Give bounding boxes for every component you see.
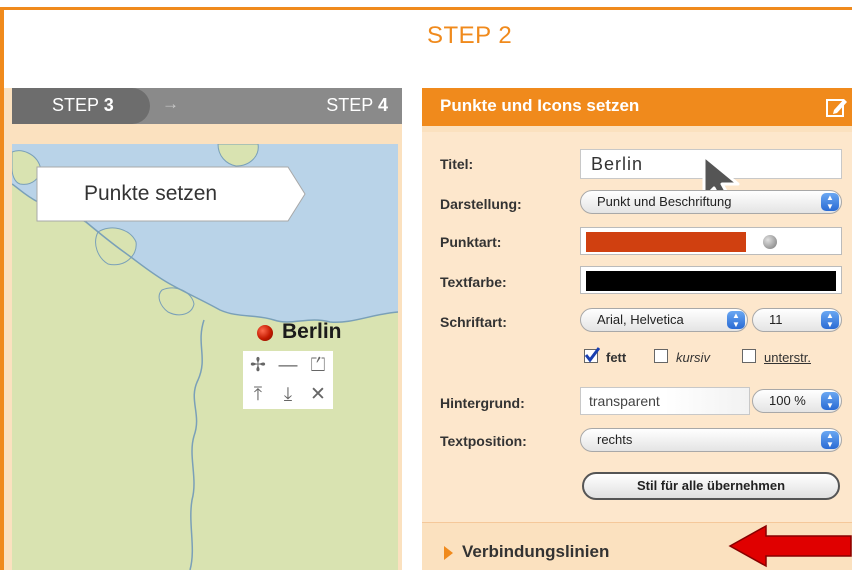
callout-text: Punkte setzen [84,182,218,205]
punktart-picker[interactable] [580,227,842,255]
punkt-color-swatch[interactable] [586,232,746,252]
step-3-tab[interactable]: STEP 3 [12,88,150,124]
top-border [0,0,852,10]
chevron-updown-icon: ▲ ▼ [821,193,839,211]
step-arrow-icon: → [162,94,179,113]
page-title: STEP 2 [427,22,513,49]
kursiv-checkbox[interactable] [654,349,668,363]
darstellung-select[interactable]: Punkt und Beschriftung ▲ ▼ [580,190,842,214]
textfarbe-label: Textfarbe: [440,274,507,290]
expand-triangle-icon[interactable] [444,546,453,560]
checkmark-icon [584,347,600,363]
font-size-value: 11 [769,312,783,327]
marker-toolbox: ✢ — ⏍ ⤒ ⤓ ✕ [243,351,333,409]
verbindungslinien-section[interactable]: Verbindungslinien [462,542,609,562]
font-size-select[interactable]: 11 ▲ ▼ [752,308,842,332]
textfarbe-picker[interactable] [580,266,842,294]
font-value: Arial, Helvetica [597,312,684,327]
panel-header: Punkte und Icons setzen [422,88,852,126]
minus-icon[interactable]: — [275,354,301,378]
step-4-tab[interactable]: STEP 4 [326,95,388,116]
section-divider [422,522,852,523]
unterstr-label: unterstr. [764,350,811,365]
textposition-select[interactable]: rechts ▲ ▼ [580,428,842,452]
fett-checkbox[interactable] [584,347,600,363]
close-icon[interactable]: ✕ [305,383,331,407]
city-marker-label[interactable]: Berlin [282,320,342,344]
textposition-value: rechts [597,432,633,447]
point-style-icon[interactable] [763,235,777,249]
chevron-updown-icon: ▲ ▼ [821,311,839,329]
font-select[interactable]: Arial, Helvetica ▲ ▼ [580,308,748,332]
chevron-updown-icon: ▲ ▼ [821,392,839,410]
kursiv-label: kursiv [676,350,710,365]
text-color-swatch[interactable] [586,271,836,291]
darstellung-value: Punkt und Beschriftung [597,194,732,209]
move-icon[interactable]: ✢ [245,354,271,378]
callout-punkte-setzen: Punkte setzen [36,166,306,222]
chevron-updown-icon: ▲ ▼ [727,311,745,329]
step-navigation: STEP 3 → STEP 4 [12,88,402,124]
hintergrund-label: Hintergrund: [440,395,525,411]
textposition-label: Textposition: [440,433,527,449]
city-marker-dot[interactable] [257,325,273,341]
apply-style-all-button[interactable]: Stil für alle übernehmen [582,472,840,500]
unterstr-checkbox[interactable] [742,349,756,363]
step-3-label: STEP 3 [52,95,114,115]
darstellung-label: Darstellung: [440,196,522,212]
red-arrow-icon [728,524,852,568]
top-icon[interactable]: ⤒ [245,383,271,407]
opacity-value: 100 % [769,393,806,408]
schriftart-label: Schriftart: [440,314,507,330]
punktart-label: Punktart: [440,234,502,250]
panel-title: Punkte und Icons setzen [440,96,640,115]
edit-icon[interactable] [826,96,848,118]
opacity-select[interactable]: 100 % ▲ ▼ [752,389,842,413]
hintergrund-input[interactable]: transparent [580,387,750,415]
chevron-updown-icon: ▲ ▼ [821,431,839,449]
bottom-icon[interactable]: ⤓ [275,383,301,407]
titel-label: Titel: [440,156,474,172]
export-icon[interactable]: ⏍ [305,354,331,378]
fett-label: fett [606,350,627,365]
